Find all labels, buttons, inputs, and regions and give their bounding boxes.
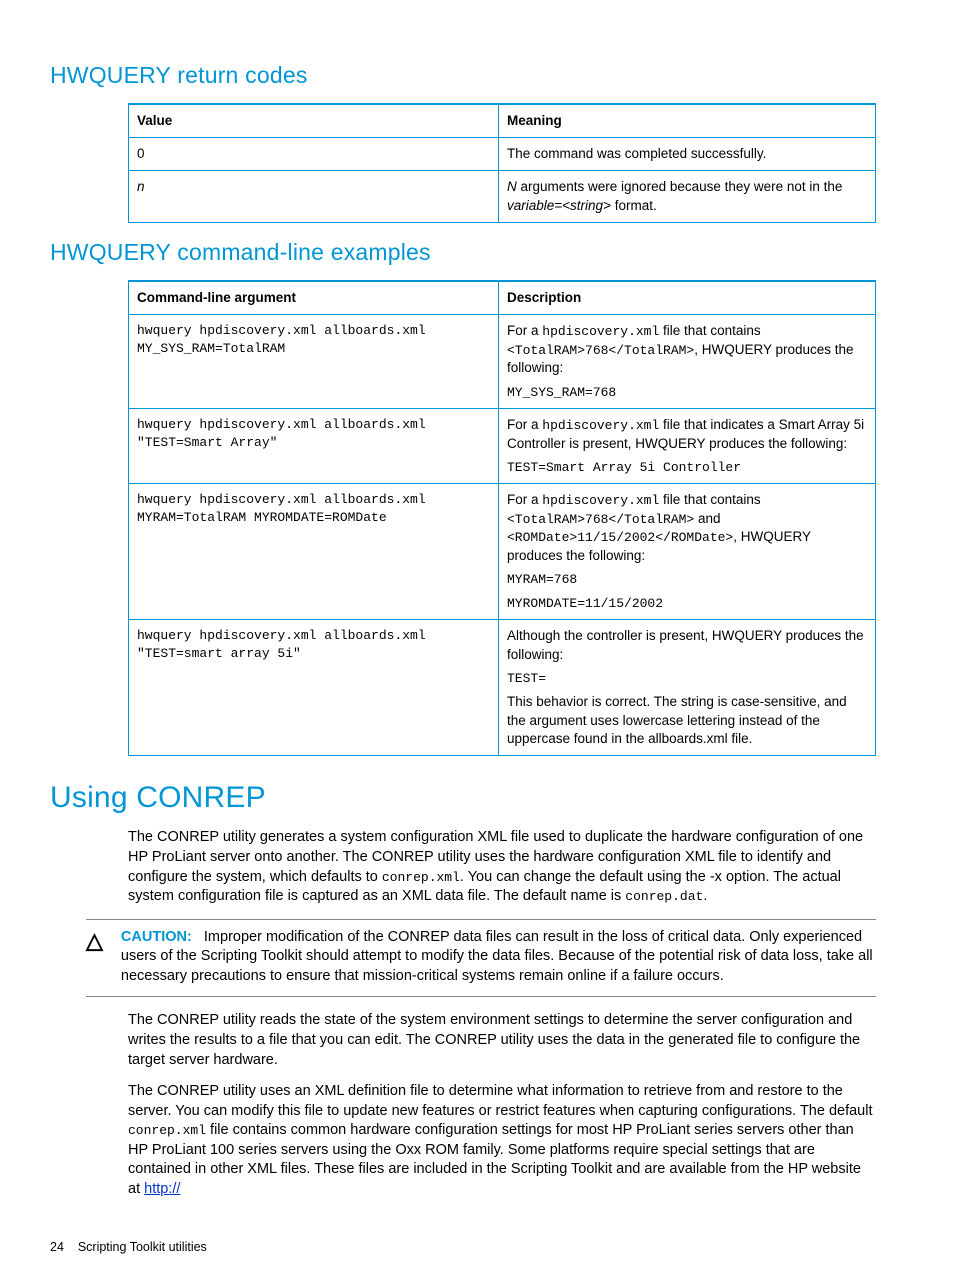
meaning-n-var: variable=<string> <box>507 198 611 213</box>
desc-output: MYROMDATE=11/15/2002 <box>507 595 867 613</box>
desc-code: hpdiscovery.xml <box>542 418 659 433</box>
col-argument: Command-line argument <box>129 281 499 315</box>
caution-icon: △ <box>86 928 103 952</box>
para-code: conrep.xml <box>382 870 460 885</box>
cell-desc: Although the controller is present, HWQU… <box>499 620 876 756</box>
table-row: hwquery hpdiscovery.xml allboards.xml "T… <box>129 620 876 756</box>
desc-code: <TotalRAM>768</TotalRAM> <box>507 343 694 358</box>
para-conrep-xmldef: The CONREP utility uses an XML definitio… <box>128 1082 876 1199</box>
table-row: n N arguments were ignored because they … <box>129 171 876 222</box>
page-number: 24 <box>50 1240 64 1254</box>
table-row: hwquery hpdiscovery.xml allboards.xml MY… <box>129 315 876 409</box>
desc-text: For a <box>507 417 542 432</box>
table-examples: Command-line argument Description hwquer… <box>128 280 876 756</box>
value-n: n <box>137 179 145 194</box>
cell-meaning: N arguments were ignored because they we… <box>499 171 876 222</box>
table-header-row: Command-line argument Description <box>129 281 876 315</box>
heading-hwquery-return-codes: HWQUERY return codes <box>50 60 876 91</box>
table-return-codes: Value Meaning 0 The command was complete… <box>128 103 876 223</box>
desc-text: file that contains <box>659 323 760 338</box>
col-description: Description <box>499 281 876 315</box>
desc-text: file that contains <box>659 492 760 507</box>
para-code: conrep.dat <box>625 889 703 904</box>
cell-arg: hwquery hpdiscovery.xml allboards.xml MY… <box>129 484 499 620</box>
caution-body: CAUTION: Improper modification of the CO… <box>121 928 876 987</box>
desc-output: TEST=Smart Array 5i Controller <box>507 459 867 477</box>
desc-code: <TotalRAM>768</TotalRAM> <box>507 512 694 527</box>
caution-text: Improper modification of the CONREP data… <box>121 929 873 984</box>
para-code: conrep.xml <box>128 1123 206 1138</box>
desc-text: This behavior is correct. The string is … <box>507 693 867 748</box>
cell-arg: hwquery hpdiscovery.xml allboards.xml "T… <box>129 620 499 756</box>
desc-code: hpdiscovery.xml <box>542 324 659 339</box>
desc-code: <ROMDate>11/15/2002</ROMDate> <box>507 530 733 545</box>
para-text: The CONREP utility uses an XML definitio… <box>128 1083 873 1119</box>
cell-value: 0 <box>129 138 499 171</box>
desc-output: TEST= <box>507 670 867 688</box>
desc-text: For a <box>507 492 542 507</box>
cell-arg: hwquery hpdiscovery.xml allboards.xml "T… <box>129 409 499 484</box>
cell-desc: For a hpdiscovery.xml file that contains… <box>499 315 876 409</box>
heading-hwquery-examples: HWQUERY command-line examples <box>50 237 876 268</box>
desc-text: and <box>694 511 720 526</box>
para-conrep-reads: The CONREP utility reads the state of th… <box>128 1011 876 1070</box>
table-row: 0 The command was completed successfully… <box>129 138 876 171</box>
page-footer: 24 Scripting Toolkit utilities <box>50 1239 876 1256</box>
para-text: file contains common hardware configurat… <box>128 1122 861 1197</box>
desc-text: For a <box>507 323 542 338</box>
col-value: Value <box>129 104 499 138</box>
footer-title: Scripting Toolkit utilities <box>78 1240 207 1254</box>
table-header-row: Value Meaning <box>129 104 876 138</box>
caution-block: △ CAUTION: Improper modification of the … <box>86 919 876 998</box>
para-conrep-intro: The CONREP utility generates a system co… <box>128 828 876 906</box>
meaning-n-post: format. <box>611 198 657 213</box>
cell-desc: For a hpdiscovery.xml file that indicate… <box>499 409 876 484</box>
desc-text: Although the controller is present, HWQU… <box>507 628 864 661</box>
desc-code: hpdiscovery.xml <box>542 493 659 508</box>
link-hp-website[interactable]: http:// <box>144 1181 180 1197</box>
desc-output: MYRAM=768 <box>507 571 867 589</box>
table-row: hwquery hpdiscovery.xml allboards.xml "T… <box>129 409 876 484</box>
caution-label: CAUTION: <box>121 929 192 945</box>
col-meaning: Meaning <box>499 104 876 138</box>
cell-meaning: The command was completed successfully. <box>499 138 876 171</box>
table-row: hwquery hpdiscovery.xml allboards.xml MY… <box>129 484 876 620</box>
cell-value: n <box>129 171 499 222</box>
cell-arg: hwquery hpdiscovery.xml allboards.xml MY… <box>129 315 499 409</box>
cell-desc: For a hpdiscovery.xml file that contains… <box>499 484 876 620</box>
meaning-n-prefix: N <box>507 179 517 194</box>
desc-output: MY_SYS_RAM=768 <box>507 384 867 402</box>
para-text: . <box>703 888 707 904</box>
heading-using-conrep: Using CONREP <box>50 778 876 819</box>
meaning-n-mid: arguments were ignored because they were… <box>517 179 843 194</box>
